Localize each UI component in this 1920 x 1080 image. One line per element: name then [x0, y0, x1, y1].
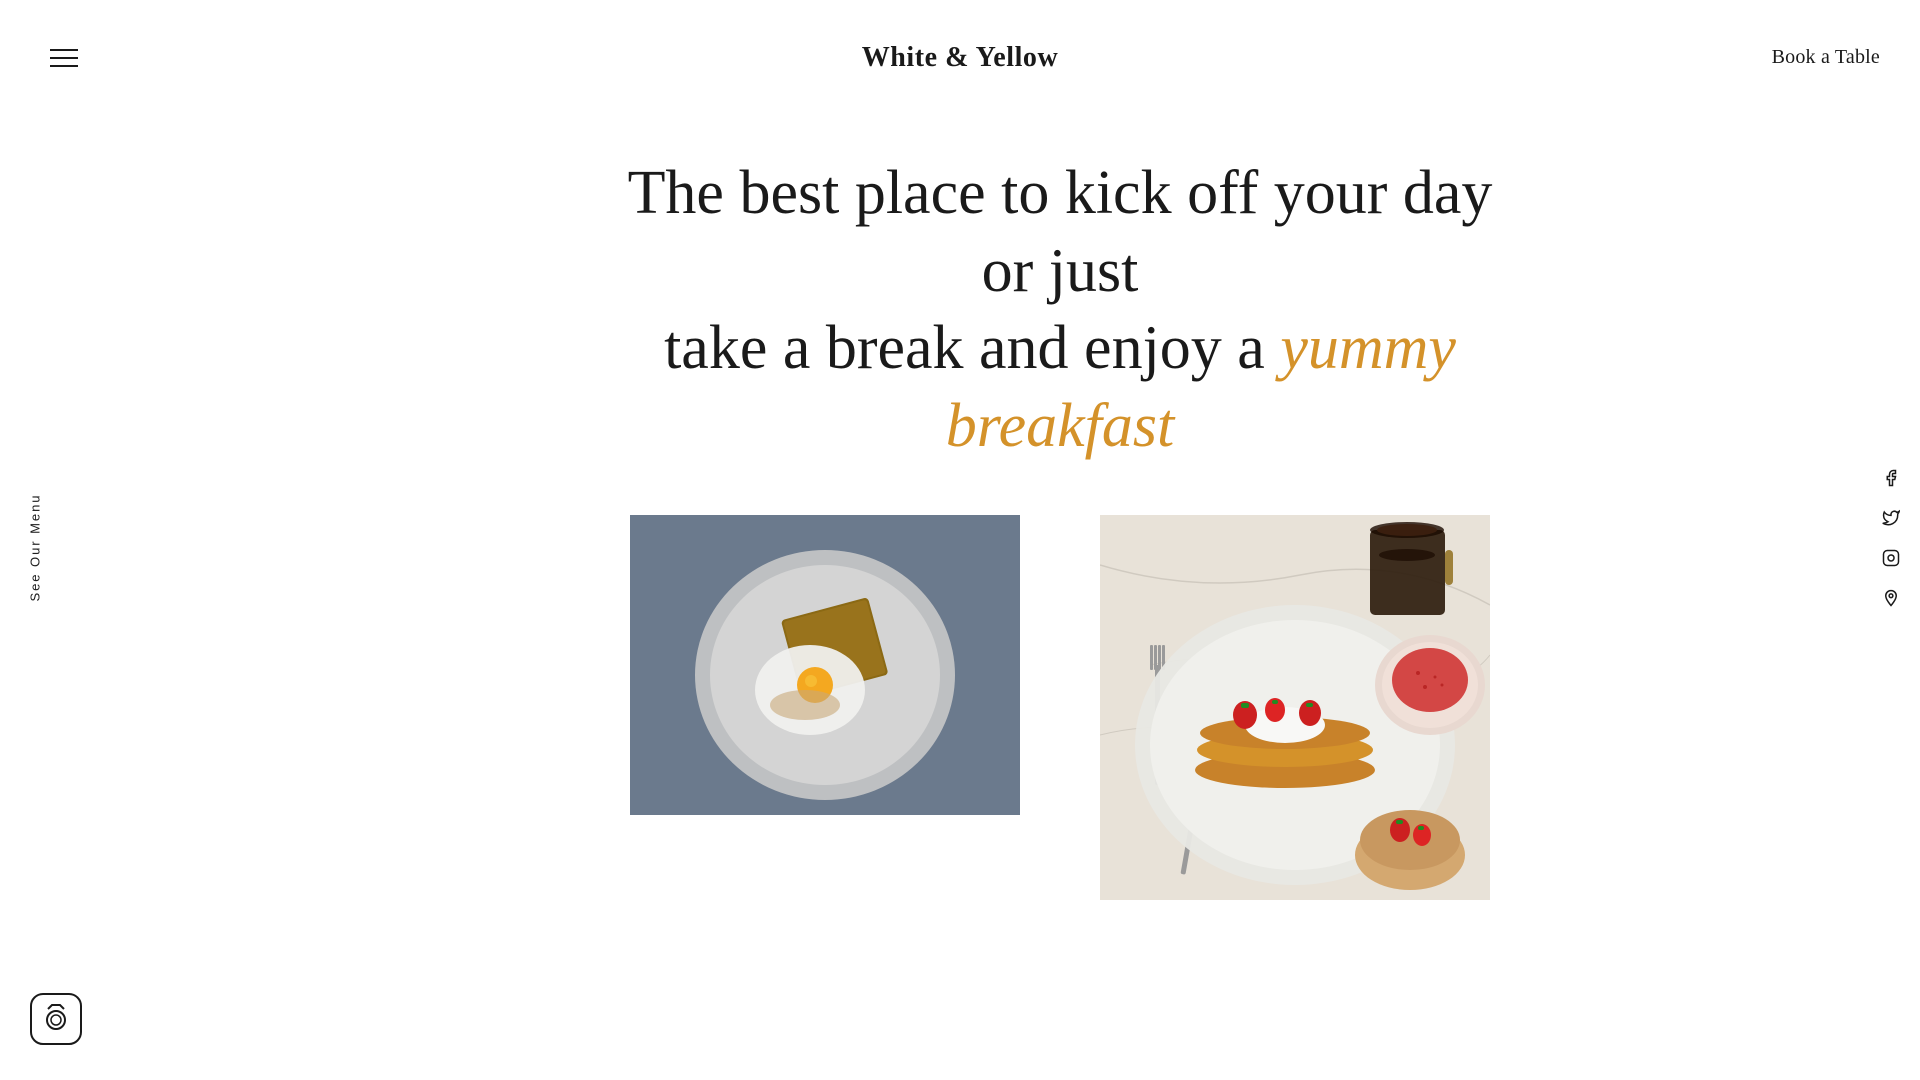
hero-section: The best place to kick off your day or j… [610, 155, 1510, 465]
hamburger-menu[interactable] [40, 39, 88, 77]
egg-plate-svg [630, 515, 1020, 815]
twitter-icon[interactable] [1882, 509, 1900, 531]
side-menu-text[interactable]: See Our Menu [28, 494, 43, 602]
camera-icon-wrapper[interactable] [30, 993, 82, 1050]
food-image-right [1100, 515, 1490, 900]
book-table-button[interactable]: Book a Table [1772, 46, 1880, 69]
foursquare-icon[interactable] [1882, 589, 1900, 611]
main-content: The best place to kick off your day or j… [0, 0, 1920, 900]
pancake-plate-svg [1100, 515, 1490, 900]
site-title: White & Yellow [862, 42, 1059, 74]
food-image-left [630, 515, 1020, 815]
hero-line2: take a break and enjoy a [664, 314, 1280, 382]
hero-line1: The best place to kick off your day or j… [628, 159, 1493, 305]
social-icons [1882, 469, 1900, 611]
header: White & Yellow Book a Table [0, 0, 1920, 115]
food-images [280, 515, 1840, 900]
facebook-icon[interactable] [1882, 469, 1900, 491]
camera-icon [30, 993, 82, 1045]
instagram-icon[interactable] [1882, 549, 1900, 571]
